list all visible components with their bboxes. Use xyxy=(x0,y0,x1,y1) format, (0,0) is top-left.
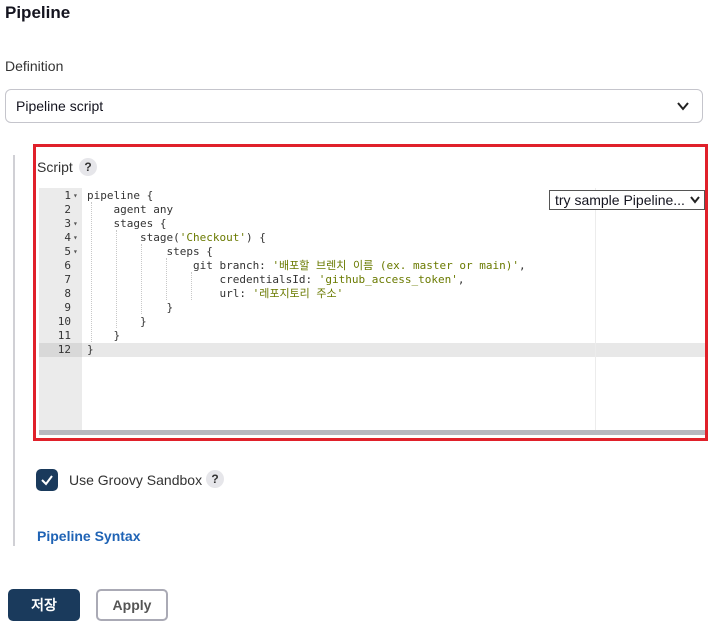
apply-button[interactable]: Apply xyxy=(96,589,168,621)
sandbox-help-icon[interactable]: ? xyxy=(206,470,224,488)
use-groovy-sandbox-checkbox[interactable] xyxy=(36,469,58,491)
pipeline-syntax-link[interactable]: Pipeline Syntax xyxy=(37,528,140,544)
chevron-down-icon xyxy=(677,102,689,111)
definition-selected-value: Pipeline script xyxy=(16,98,104,114)
save-button[interactable]: 저장 xyxy=(8,589,80,621)
definition-label: Definition xyxy=(5,58,64,74)
checkmark-icon xyxy=(41,475,53,486)
section-title: Pipeline xyxy=(5,3,71,22)
use-groovy-sandbox-label: Use Groovy Sandbox xyxy=(69,472,203,488)
definition-select[interactable]: Pipeline script xyxy=(5,89,703,123)
section-indent-rule xyxy=(13,155,15,546)
script-highlight-box xyxy=(33,144,708,441)
